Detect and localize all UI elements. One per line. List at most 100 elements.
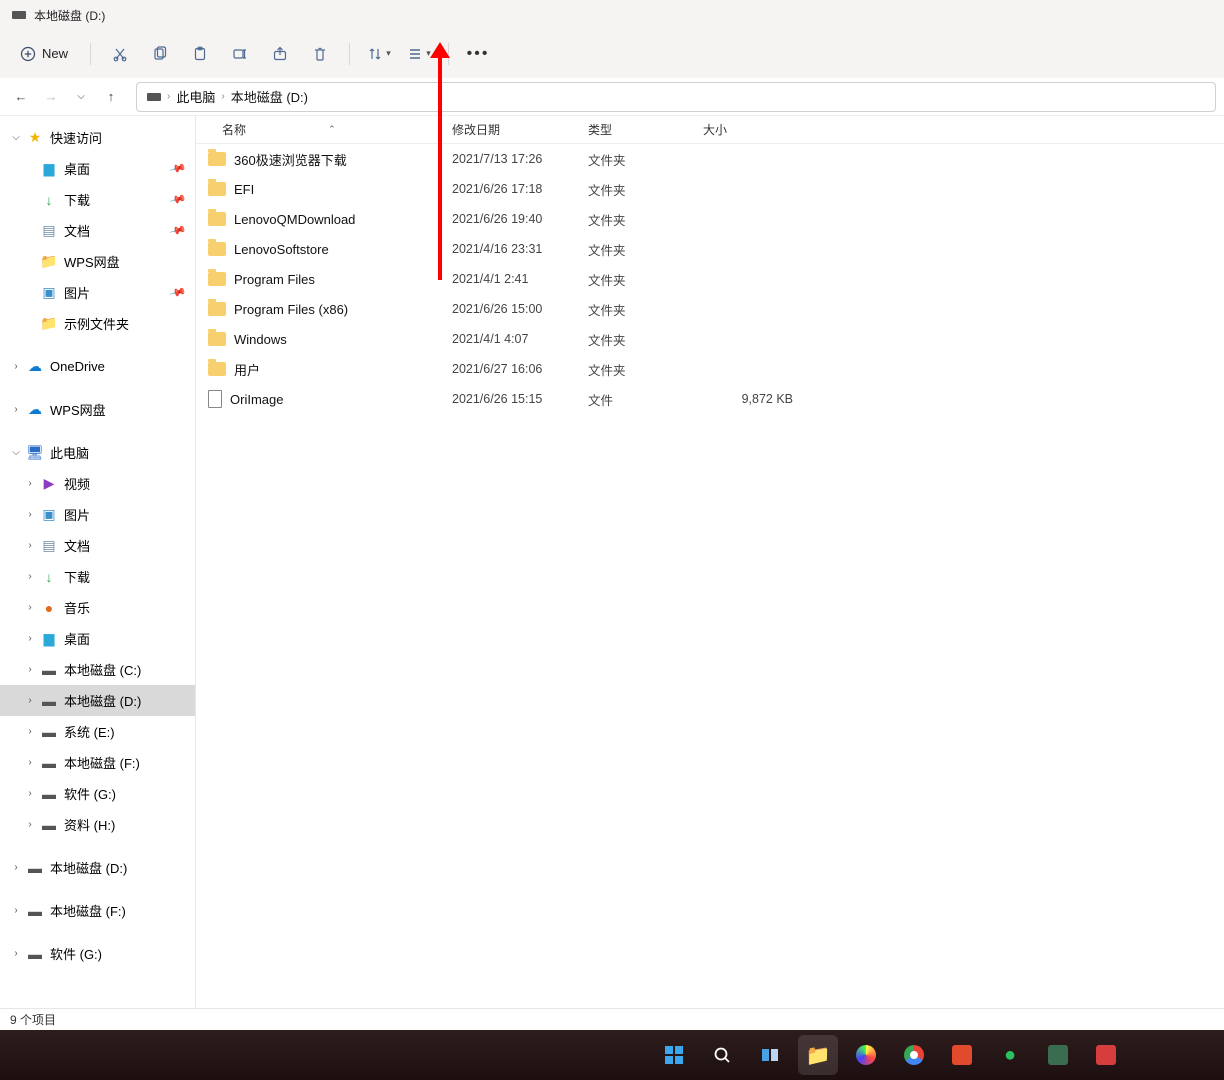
document-icon: ▤ bbox=[40, 222, 58, 240]
address-bar[interactable]: › 此电脑 › 本地磁盘 (D:) bbox=[136, 82, 1216, 112]
toolbar: New ▾ ▾ ••• bbox=[0, 30, 1224, 78]
breadcrumb-current[interactable]: 本地磁盘 (D:) bbox=[231, 87, 308, 106]
sidebar-quick-item[interactable]: 📁WPS网盘 bbox=[0, 246, 195, 277]
chevron-right-icon: › bbox=[22, 571, 38, 582]
file-row[interactable]: LenovoQMDownload2021/6/26 19:40文件夹 bbox=[196, 204, 1224, 234]
sidebar-pc-item[interactable]: ›▬软件 (G:) bbox=[0, 778, 195, 809]
sidebar-onedrive[interactable]: › ☁ OneDrive bbox=[0, 351, 195, 382]
nav-row: ← → ⌵ ↑ › 此电脑 › 本地磁盘 (D:) bbox=[0, 78, 1224, 116]
chevron-down-icon: ⌵ bbox=[8, 132, 24, 143]
status-bar: 9 个项目 bbox=[0, 1008, 1224, 1030]
app2-button[interactable] bbox=[1038, 1035, 1078, 1075]
sort-indicator-icon: ⌃ bbox=[328, 124, 336, 135]
sidebar-pc-item[interactable]: ›●音乐 bbox=[0, 592, 195, 623]
file-row[interactable]: Windows2021/4/1 4:07文件夹 bbox=[196, 324, 1224, 354]
taskbar: 📁 ● bbox=[0, 1030, 1224, 1080]
folder-icon bbox=[208, 182, 226, 196]
folder-icon bbox=[208, 362, 226, 376]
col-size[interactable]: 大小 bbox=[703, 121, 823, 138]
sidebar-pc-item[interactable]: ›▬本地磁盘 (C:) bbox=[0, 654, 195, 685]
folder-icon bbox=[208, 302, 226, 316]
sidebar-pc-item[interactable]: ›▶视频 bbox=[0, 468, 195, 499]
more-button[interactable]: ••• bbox=[461, 37, 495, 71]
file-type: 文件 bbox=[588, 390, 703, 409]
file-type: 文件夹 bbox=[588, 270, 703, 289]
explorer-button[interactable]: 📁 bbox=[798, 1035, 838, 1075]
forward-button[interactable]: → bbox=[38, 84, 64, 110]
delete-button[interactable] bbox=[303, 37, 337, 71]
sidebar-item-label: 下载 bbox=[64, 190, 90, 209]
back-button[interactable]: ← bbox=[8, 84, 34, 110]
sidebar-item-label: 桌面 bbox=[64, 629, 90, 648]
chevron-right-icon: › bbox=[22, 602, 38, 613]
sidebar-pc-item[interactable]: ›▬本地磁盘 (F:) bbox=[0, 747, 195, 778]
sidebar-pc-item[interactable]: ›↓下载 bbox=[0, 561, 195, 592]
folder-icon bbox=[208, 212, 226, 226]
app-icon bbox=[952, 1045, 972, 1065]
col-name[interactable]: 名称 ⌃ bbox=[196, 121, 452, 138]
sidebar-quick-item[interactable]: ▣图片📌 bbox=[0, 277, 195, 308]
search-button[interactable] bbox=[702, 1035, 742, 1075]
sidebar-quick-access[interactable]: ⌵ ★ 快速访问 bbox=[0, 122, 195, 153]
sidebar-quick-item[interactable]: ▤文档📌 bbox=[0, 215, 195, 246]
scissors-icon bbox=[112, 46, 128, 62]
sidebar-wps[interactable]: › ☁ WPS网盘 bbox=[0, 394, 195, 425]
status-text: 9 个项目 bbox=[10, 1011, 56, 1028]
file-type: 文件夹 bbox=[588, 240, 703, 259]
file-name: LenovoQMDownload bbox=[234, 212, 355, 227]
sort-button[interactable]: ▾ bbox=[362, 37, 396, 71]
share-button[interactable] bbox=[263, 37, 297, 71]
col-date[interactable]: 修改日期 bbox=[452, 121, 588, 138]
drive-icon: ▬ bbox=[40, 723, 58, 741]
sidebar-drive-item[interactable]: ›▬本地磁盘 (F:) bbox=[0, 895, 195, 926]
rename-button[interactable] bbox=[223, 37, 257, 71]
breadcrumb-root[interactable]: 此电脑 bbox=[176, 87, 215, 106]
desktop-icon: ▆ bbox=[40, 630, 58, 648]
file-name: OriImage bbox=[230, 392, 283, 407]
wechat-button[interactable]: ● bbox=[990, 1035, 1030, 1075]
sidebar-this-pc[interactable]: ⌵ 🖥 此电脑 bbox=[0, 437, 195, 468]
recent-button[interactable]: ⌵ bbox=[68, 84, 94, 110]
cut-button[interactable] bbox=[103, 37, 137, 71]
file-size: 9,872 KB bbox=[703, 392, 823, 406]
chevron-right-icon: › bbox=[167, 91, 170, 102]
start-button[interactable] bbox=[654, 1035, 694, 1075]
file-row[interactable]: Program Files2021/4/1 2:41文件夹 bbox=[196, 264, 1224, 294]
chrome-button[interactable] bbox=[894, 1035, 934, 1075]
file-row[interactable]: 360极速浏览器下载2021/7/13 17:26文件夹 bbox=[196, 144, 1224, 174]
sidebar-pc-item[interactable]: ›▤文档 bbox=[0, 530, 195, 561]
up-button[interactable]: ↑ bbox=[98, 84, 124, 110]
file-list: 名称 ⌃ 修改日期 类型 大小 360极速浏览器下载2021/7/13 17:2… bbox=[196, 116, 1224, 1008]
sidebar-item-label: 本地磁盘 (F:) bbox=[50, 901, 126, 920]
sidebar-quick-item[interactable]: ▆桌面📌 bbox=[0, 153, 195, 184]
sidebar-pc-item[interactable]: ›▣图片 bbox=[0, 499, 195, 530]
file-date: 2021/6/26 19:40 bbox=[452, 212, 588, 226]
drive-icon: ▬ bbox=[40, 754, 58, 772]
file-row[interactable]: 用户2021/6/27 16:06文件夹 bbox=[196, 354, 1224, 384]
file-row[interactable]: LenovoSoftstore2021/4/16 23:31文件夹 bbox=[196, 234, 1224, 264]
file-row[interactable]: Program Files (x86)2021/6/26 15:00文件夹 bbox=[196, 294, 1224, 324]
sidebar-pc-item[interactable]: ›▬系统 (E:) bbox=[0, 716, 195, 747]
file-row[interactable]: OriImage2021/6/26 15:15文件9,872 KB bbox=[196, 384, 1224, 414]
sidebar-drive-item[interactable]: ›▬软件 (G:) bbox=[0, 938, 195, 969]
sidebar-pc-item[interactable]: ›▬本地磁盘 (D:) bbox=[0, 685, 195, 716]
star-icon: ★ bbox=[26, 129, 44, 147]
sidebar-drive-item[interactable]: ›▬本地磁盘 (D:) bbox=[0, 852, 195, 883]
app3-button[interactable] bbox=[1086, 1035, 1126, 1075]
new-button[interactable]: New bbox=[10, 37, 78, 71]
file-type: 文件夹 bbox=[588, 360, 703, 379]
sidebar-pc-item[interactable]: ›▆桌面 bbox=[0, 623, 195, 654]
paste-button[interactable] bbox=[183, 37, 217, 71]
copy-button[interactable] bbox=[143, 37, 177, 71]
sidebar-quick-item[interactable]: ↓下载📌 bbox=[0, 184, 195, 215]
app1-button[interactable] bbox=[942, 1035, 982, 1075]
col-type[interactable]: 类型 bbox=[588, 121, 703, 138]
sidebar-pc-item[interactable]: ›▬资料 (H:) bbox=[0, 809, 195, 840]
taskview-button[interactable] bbox=[750, 1035, 790, 1075]
pin-icon: 📌 bbox=[169, 283, 187, 301]
sidebar-item-label: 图片 bbox=[64, 505, 90, 524]
browser1-button[interactable] bbox=[846, 1035, 886, 1075]
file-row[interactable]: EFI2021/6/26 17:18文件夹 bbox=[196, 174, 1224, 204]
sidebar-quick-item[interactable]: 📁示例文件夹 bbox=[0, 308, 195, 339]
pc-icon: 🖥 bbox=[26, 444, 44, 462]
